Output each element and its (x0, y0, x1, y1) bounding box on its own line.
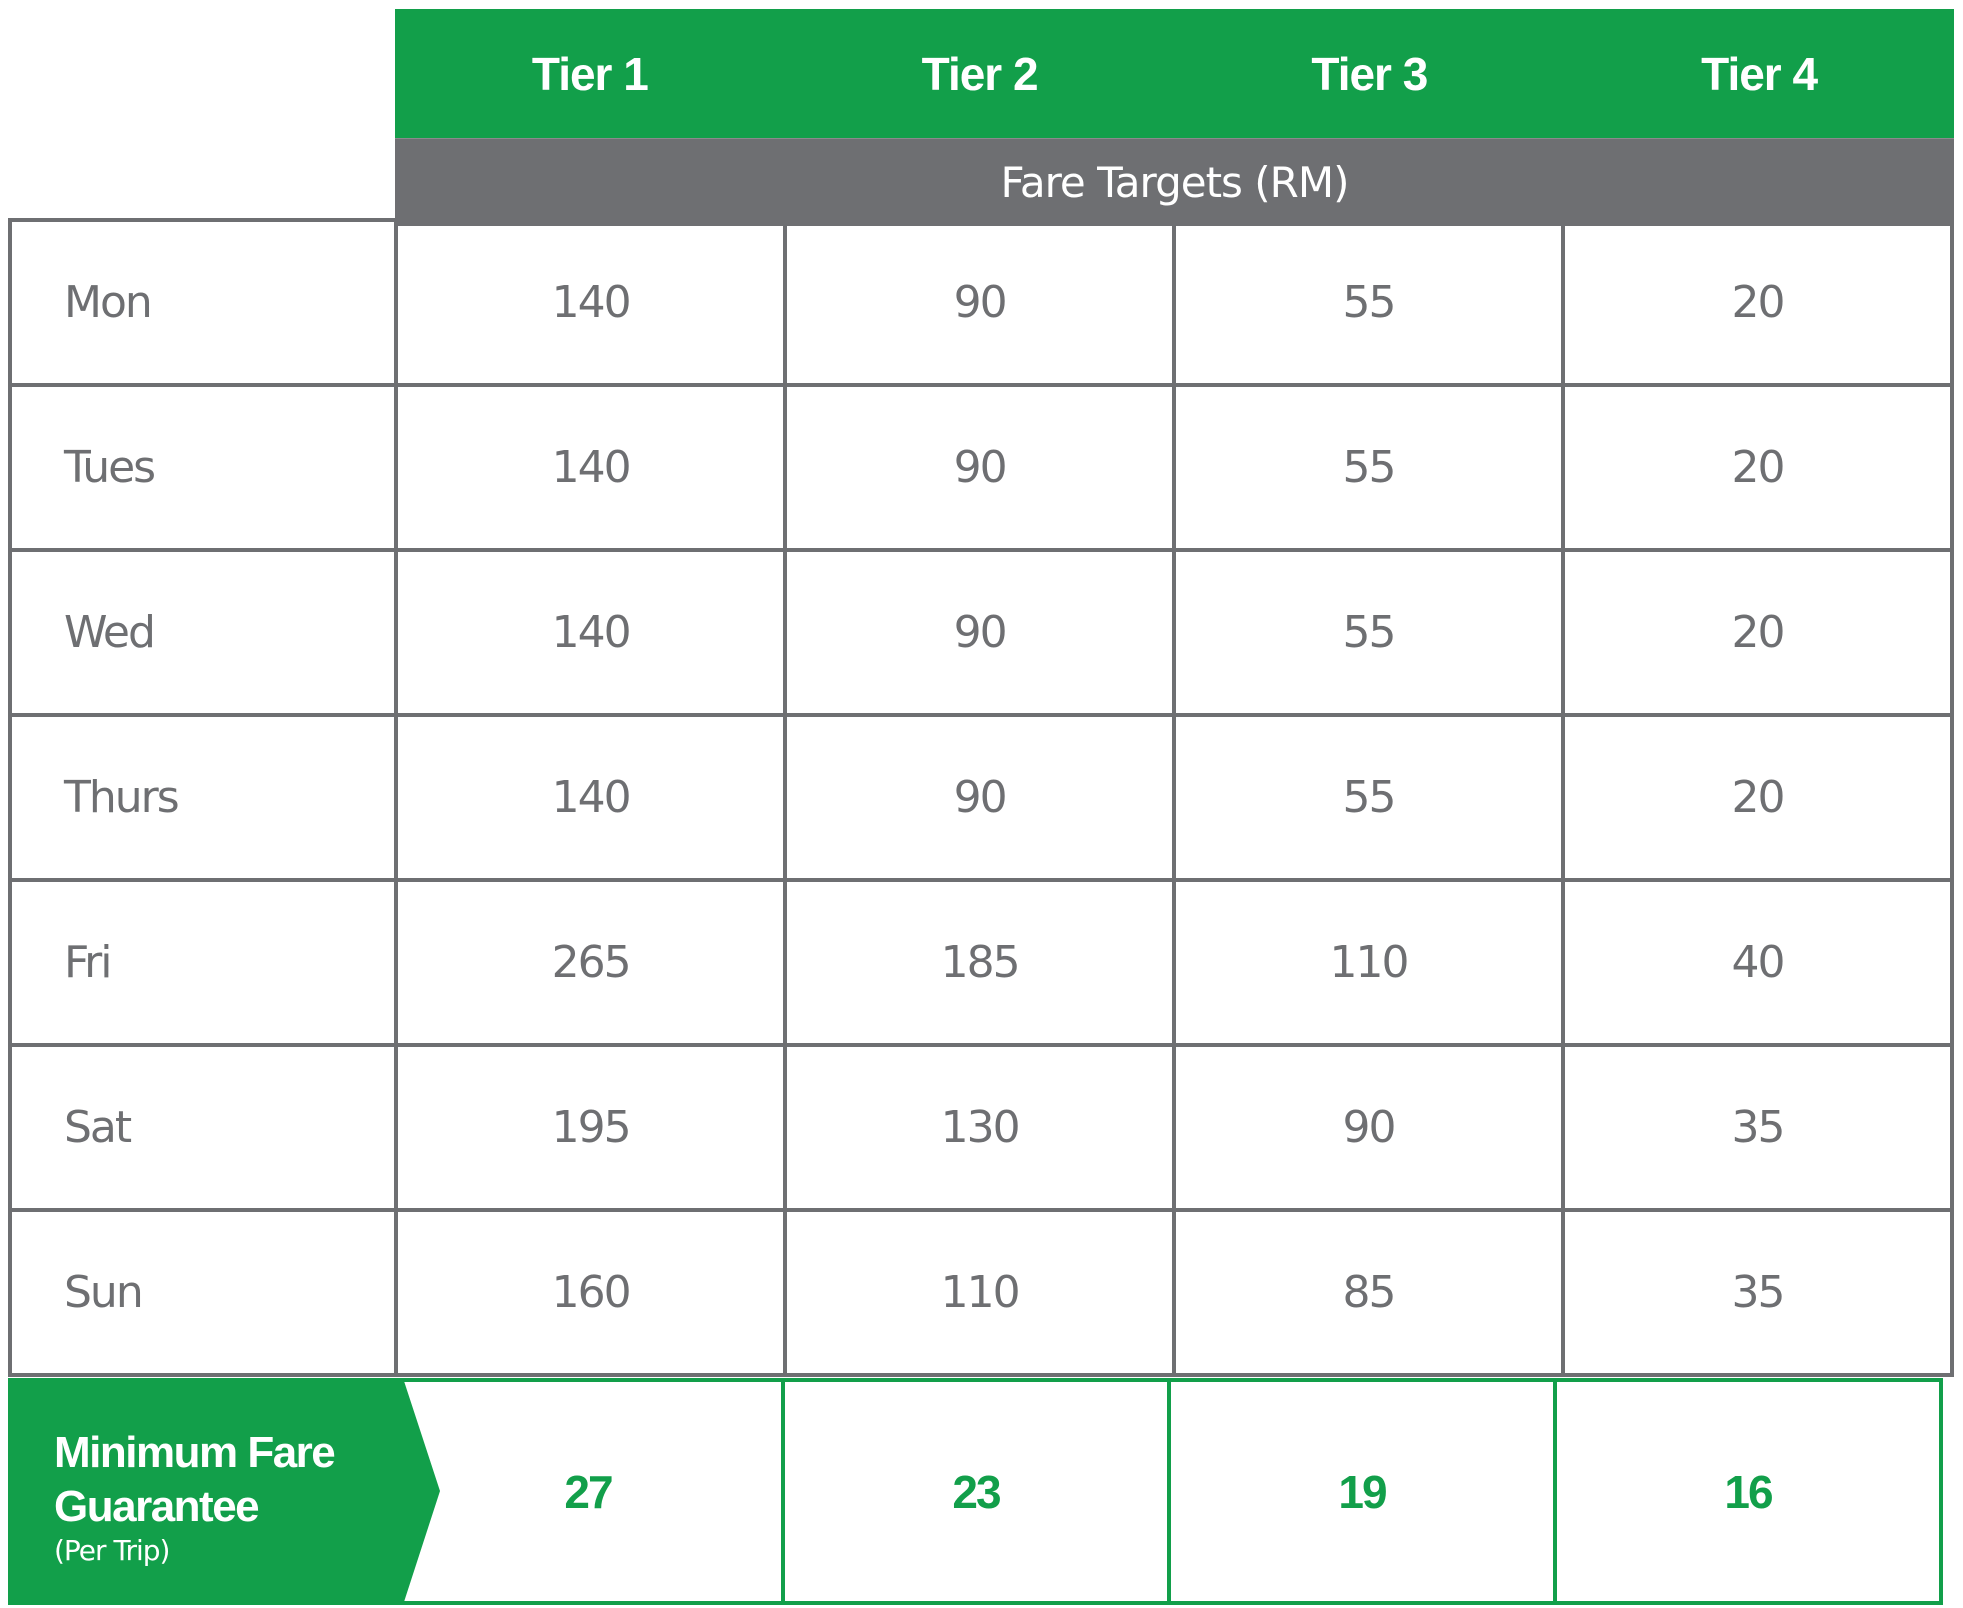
minimum-fare-label: Minimum Fare Guarantee (Per Trip) (8, 1378, 440, 1605)
minimum-fare-cell: 27 (395, 1378, 785, 1605)
fare-cell: 195 (394, 1043, 788, 1212)
fare-cell: 85 (1172, 1208, 1566, 1377)
minimum-fare-title-line1: Minimum Fare (54, 1428, 336, 1477)
fare-cell: 110 (1172, 878, 1566, 1047)
day-label: Sun (8, 1208, 399, 1377)
fare-cell: 130 (783, 1043, 1177, 1212)
tier-header-2: Tier 2 (921, 47, 1039, 100)
fare-cell: 265 (394, 878, 788, 1047)
tier-header-1: Tier 1 (531, 47, 649, 100)
tier-header-3: Tier 3 (1311, 47, 1428, 100)
fare-cell: 160 (394, 1208, 788, 1377)
day-label: Mon (8, 218, 399, 387)
fare-cell: 90 (783, 218, 1177, 387)
fare-cell: 185 (783, 878, 1177, 1047)
fare-cell: 35 (1561, 1208, 1954, 1377)
table-row: Sun 160 110 85 35 (8, 1208, 1954, 1377)
fare-cell: 90 (783, 548, 1177, 717)
fare-cell: 55 (1172, 383, 1566, 552)
table-row: Sat 195 130 90 35 (8, 1043, 1954, 1212)
fare-table: Mon 140 90 55 20 Tues 140 90 55 20 Wed 1… (8, 218, 1954, 1377)
table-row: Fri 265 185 110 40 (8, 878, 1954, 1047)
fare-cell: 90 (783, 713, 1177, 882)
fare-cell: 55 (1172, 218, 1566, 387)
fare-cell: 55 (1172, 548, 1566, 717)
fare-cell: 140 (394, 713, 788, 882)
fare-cell: 20 (1561, 713, 1954, 882)
fare-cell: 140 (394, 218, 788, 387)
tier-header-bar: Tier 1 Tier 2 Tier 3 Tier 4 (395, 9, 1954, 138)
day-label: Sat (8, 1043, 399, 1212)
fare-cell: 20 (1561, 218, 1954, 387)
tier-header-4: Tier 4 (1701, 47, 1818, 100)
fare-cell: 90 (783, 383, 1177, 552)
minimum-fare-cell: 19 (1167, 1378, 1557, 1605)
fare-cell: 140 (394, 383, 788, 552)
day-label: Thurs (8, 713, 399, 882)
table-row: Tues 140 90 55 20 (8, 383, 1954, 552)
fare-cell: 140 (394, 548, 788, 717)
minimum-fare-subtitle: (Per Trip) (54, 1534, 170, 1567)
day-label: Tues (8, 383, 399, 552)
minimum-fare-values: 27 23 19 16 (395, 1378, 1954, 1605)
fare-cell: 20 (1561, 383, 1954, 552)
fare-cell: 110 (783, 1208, 1177, 1377)
table-row: Mon 140 90 55 20 (8, 218, 1954, 387)
day-label: Wed (8, 548, 399, 717)
fare-cell: 55 (1172, 713, 1566, 882)
day-label: Fri (8, 878, 399, 1047)
fare-cell: 20 (1561, 548, 1954, 717)
fare-cell: 90 (1172, 1043, 1566, 1212)
minimum-fare-row: 27 23 19 16 Minimum Fare Guarantee (Per … (8, 1378, 1954, 1605)
fare-targets-subheader: Fare Targets (RM) (395, 138, 1954, 226)
minimum-fare-cell: 23 (781, 1378, 1171, 1605)
minimum-fare-title-line2: Guarantee (54, 1482, 260, 1531)
fare-cell: 35 (1561, 1043, 1954, 1212)
minimum-fare-cell: 16 (1553, 1378, 1943, 1605)
table-row: Thurs 140 90 55 20 (8, 713, 1954, 882)
fare-cell: 40 (1561, 878, 1954, 1047)
table-row: Wed 140 90 55 20 (8, 548, 1954, 717)
